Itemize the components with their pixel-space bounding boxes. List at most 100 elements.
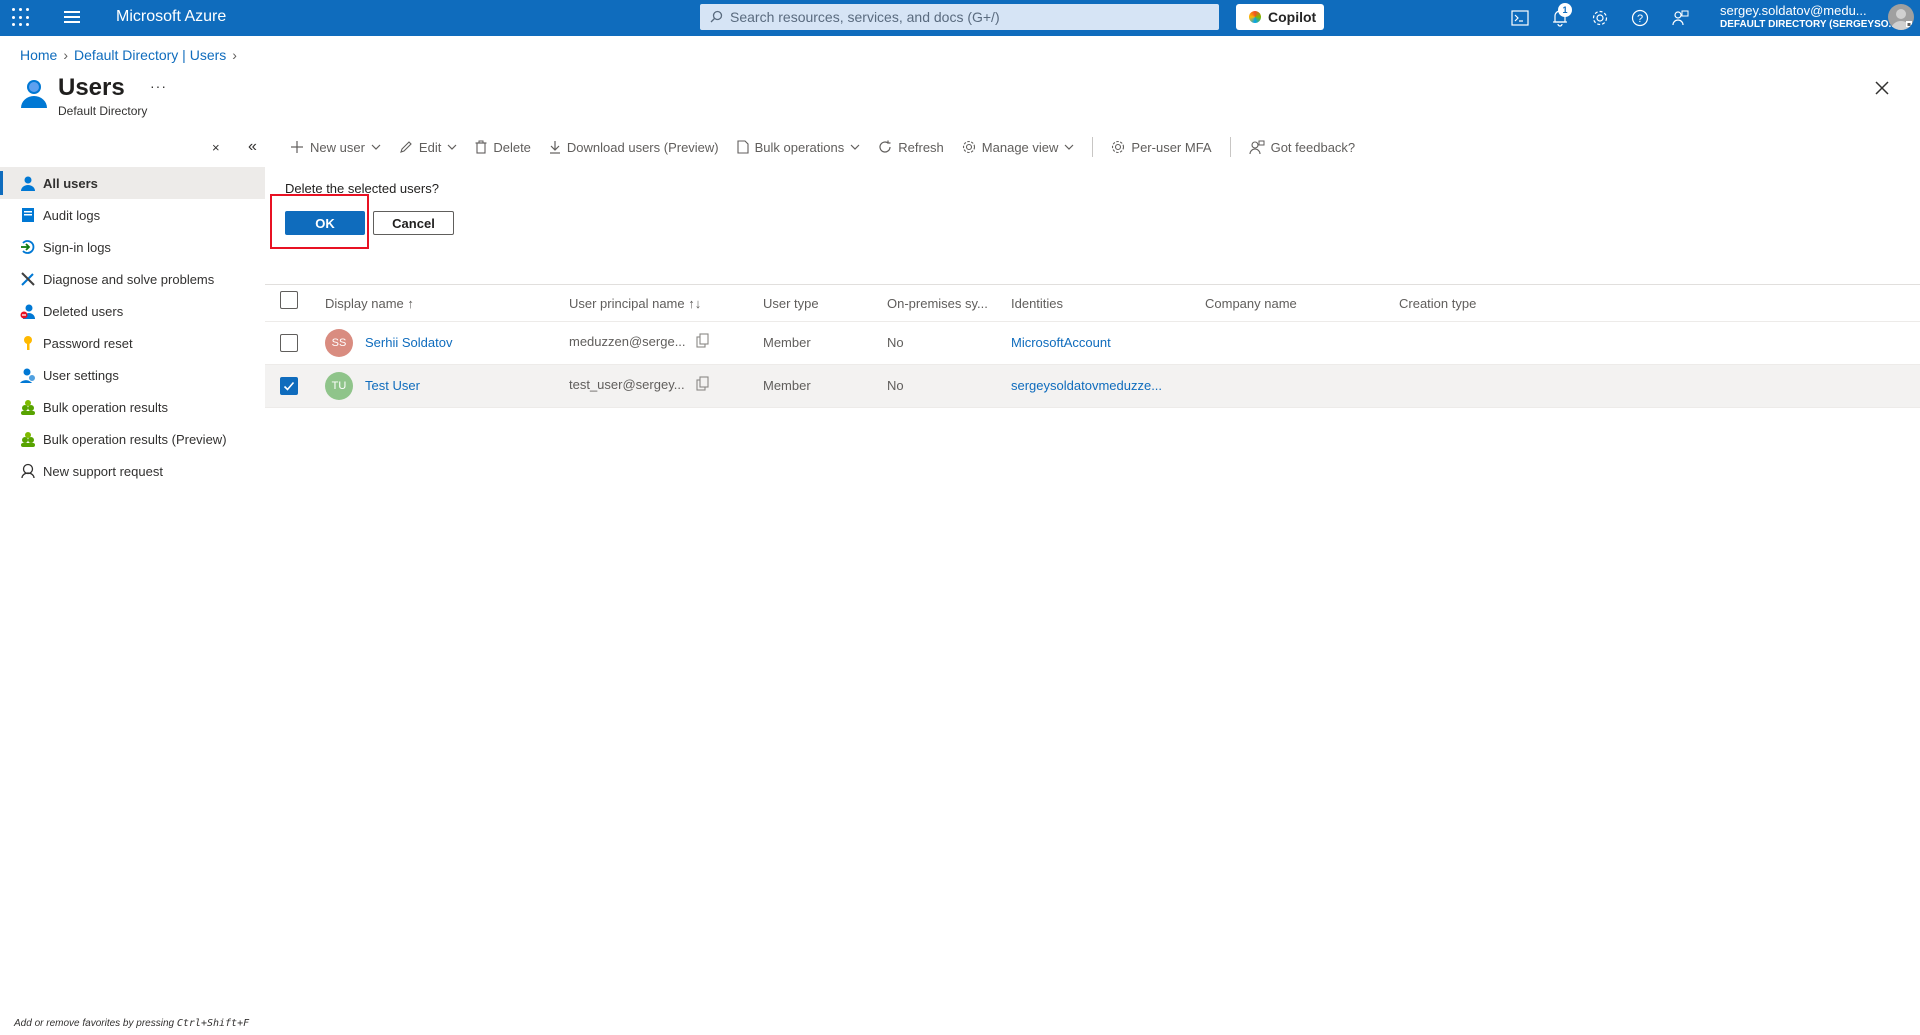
sidebar-item-all-users[interactable]: All users xyxy=(0,167,265,199)
sidebar-item-label: User settings xyxy=(43,367,119,383)
refresh-button[interactable]: Refresh xyxy=(878,140,944,155)
on-premises-sync: No xyxy=(887,378,904,393)
double-chevron-left-icon[interactable]: « xyxy=(248,138,257,156)
column-on-premises[interactable]: On-premises sy... xyxy=(887,296,988,311)
sidebar-item-label: New support request xyxy=(43,463,163,479)
collapse-all-icon[interactable]: × xyxy=(212,140,220,155)
search-icon xyxy=(710,10,723,23)
page-title: Users xyxy=(58,74,125,101)
breadcrumb-directory[interactable]: Default Directory | Users xyxy=(74,47,226,63)
column-company-name[interactable]: Company name xyxy=(1205,296,1297,311)
close-icon[interactable] xyxy=(1874,80,1890,101)
help-icon[interactable]: ? xyxy=(1630,8,1650,28)
chevron-down-icon xyxy=(850,144,860,150)
identities-link[interactable]: sergeysoldatovmeduzze... xyxy=(1011,378,1162,393)
sidebar-item-label: Password reset xyxy=(43,335,133,351)
favorites-hint-keys: Ctrl+Shift+F xyxy=(176,1018,250,1029)
plus-icon xyxy=(291,141,303,153)
sidebar-item-label: Diagnose and solve problems xyxy=(43,271,215,287)
chevron-down-icon xyxy=(447,144,457,150)
account-name: sergey.soldatov@medu... xyxy=(1720,3,1867,18)
copy-icon[interactable] xyxy=(696,376,710,395)
mfa-label: Per-user MFA xyxy=(1131,139,1212,155)
select-all-checkbox[interactable] xyxy=(280,291,298,309)
bulk-operations-button[interactable]: Bulk operations xyxy=(737,140,861,155)
row-checkbox[interactable] xyxy=(280,377,298,395)
gear-icon xyxy=(962,140,975,154)
per-user-mfa-button[interactable]: Per-user MFA xyxy=(1111,139,1212,155)
manage-view-label: Manage view xyxy=(981,139,1059,155)
chevron-down-icon xyxy=(371,144,381,150)
manage-view-button[interactable]: Manage view xyxy=(962,140,1075,155)
user-principal-name: test_user@sergey... xyxy=(569,377,685,392)
sign-in-icon xyxy=(20,239,36,255)
table-header: Display name ↑ User principal name ↑↓ Us… xyxy=(265,285,1920,322)
edit-label: Edit xyxy=(418,139,442,155)
user-icon xyxy=(20,175,36,191)
breadcrumb-home[interactable]: Home xyxy=(20,47,57,63)
breadcrumb: Home › Default Directory | Users › xyxy=(20,47,243,63)
sidebar-item-label: Deleted users xyxy=(43,303,124,319)
sidebar-item-label: Sign-in logs xyxy=(43,239,111,255)
column-creation-type[interactable]: Creation type xyxy=(1399,296,1476,311)
wrench-icon xyxy=(20,271,36,287)
row-checkbox[interactable] xyxy=(280,334,298,352)
column-display-name[interactable]: Display name ↑ xyxy=(325,296,414,311)
settings-gear-icon[interactable] xyxy=(1590,8,1610,28)
column-identities[interactable]: Identities xyxy=(1011,296,1063,311)
table-row[interactable]: SS Serhii Soldatov meduzzen@serge... Mem… xyxy=(265,322,1920,365)
cancel-button[interactable]: Cancel xyxy=(373,211,454,235)
toolbar-divider xyxy=(1092,137,1094,157)
on-premises-sync: No xyxy=(887,335,904,350)
feedback-button[interactable]: Got feedback? xyxy=(1249,140,1355,155)
edit-button[interactable]: Edit xyxy=(399,140,457,155)
trash-icon xyxy=(475,140,487,154)
sidebar-item-new-support-request[interactable]: New support request xyxy=(0,455,265,487)
delete-button[interactable]: Delete xyxy=(475,140,531,155)
user-settings-icon xyxy=(20,367,36,383)
app-launcher-icon[interactable] xyxy=(12,8,32,28)
column-user-type[interactable]: User type xyxy=(763,296,819,311)
search-input[interactable]: Search resources, services, and docs (G+… xyxy=(700,4,1219,30)
users-page-icon xyxy=(20,78,48,115)
download-label: Download users (Preview) xyxy=(566,139,719,155)
feedback-icon xyxy=(1249,140,1265,154)
checkmark-icon xyxy=(283,381,295,391)
user-display-name-link[interactable]: Test User xyxy=(365,378,420,393)
pencil-icon xyxy=(400,141,412,153)
sidebar-item-sign-in-logs[interactable]: Sign-in logs xyxy=(0,231,265,263)
avatar: SS xyxy=(325,329,353,357)
identities-link[interactable]: MicrosoftAccount xyxy=(1011,335,1111,350)
download-users-button[interactable]: Download users (Preview) xyxy=(549,140,719,155)
sidebar-item-user-settings[interactable]: User settings xyxy=(0,359,265,391)
chevron-right-icon: › xyxy=(63,47,69,63)
table-row[interactable]: TU Test User test_user@sergey... Member … xyxy=(265,365,1920,408)
new-user-button[interactable]: New user xyxy=(290,140,381,155)
page-subtitle: Default Directory xyxy=(58,104,148,118)
download-icon xyxy=(549,141,560,154)
feedback-icon[interactable] xyxy=(1670,8,1690,28)
account-directory: DEFAULT DIRECTORY (SERGEYSO... xyxy=(1720,19,1897,30)
users-group-icon xyxy=(20,399,36,415)
favorites-hint-text: Add or remove favorites by pressing xyxy=(14,1018,177,1029)
copilot-button[interactable]: Copilot xyxy=(1236,4,1324,30)
toolbar-divider xyxy=(1229,137,1231,157)
sidebar-item-audit-logs[interactable]: Audit logs xyxy=(0,199,265,231)
sidebar-item-password-reset[interactable]: Password reset xyxy=(0,327,265,359)
cloud-shell-icon[interactable] xyxy=(1510,8,1530,28)
copy-icon[interactable] xyxy=(696,333,710,352)
column-user-principal-name[interactable]: User principal name ↑↓ xyxy=(569,296,701,311)
user-display-name-link[interactable]: Serhii Soldatov xyxy=(365,335,452,350)
account-avatar[interactable] xyxy=(1888,4,1914,30)
sidebar-item-deleted-users[interactable]: Deleted users xyxy=(0,295,265,327)
sidebar-item-bulk-results-preview[interactable]: Bulk operation results (Preview) xyxy=(0,423,265,455)
account-menu[interactable]: sergey.soldatov@medu... DEFAULT DIRECTOR… xyxy=(1720,3,1897,30)
portal-brand[interactable]: Microsoft Azure xyxy=(116,8,226,26)
more-options-button[interactable]: ··· xyxy=(150,78,167,94)
avatar: TU xyxy=(325,372,353,400)
sidebar-item-bulk-results[interactable]: Bulk operation results xyxy=(0,391,265,423)
top-bar: Microsoft Azure Search resources, servic… xyxy=(0,0,1920,36)
sidebar-item-diagnose[interactable]: Diagnose and solve problems xyxy=(0,263,265,295)
support-icon xyxy=(20,463,36,479)
menu-icon[interactable] xyxy=(64,11,80,23)
